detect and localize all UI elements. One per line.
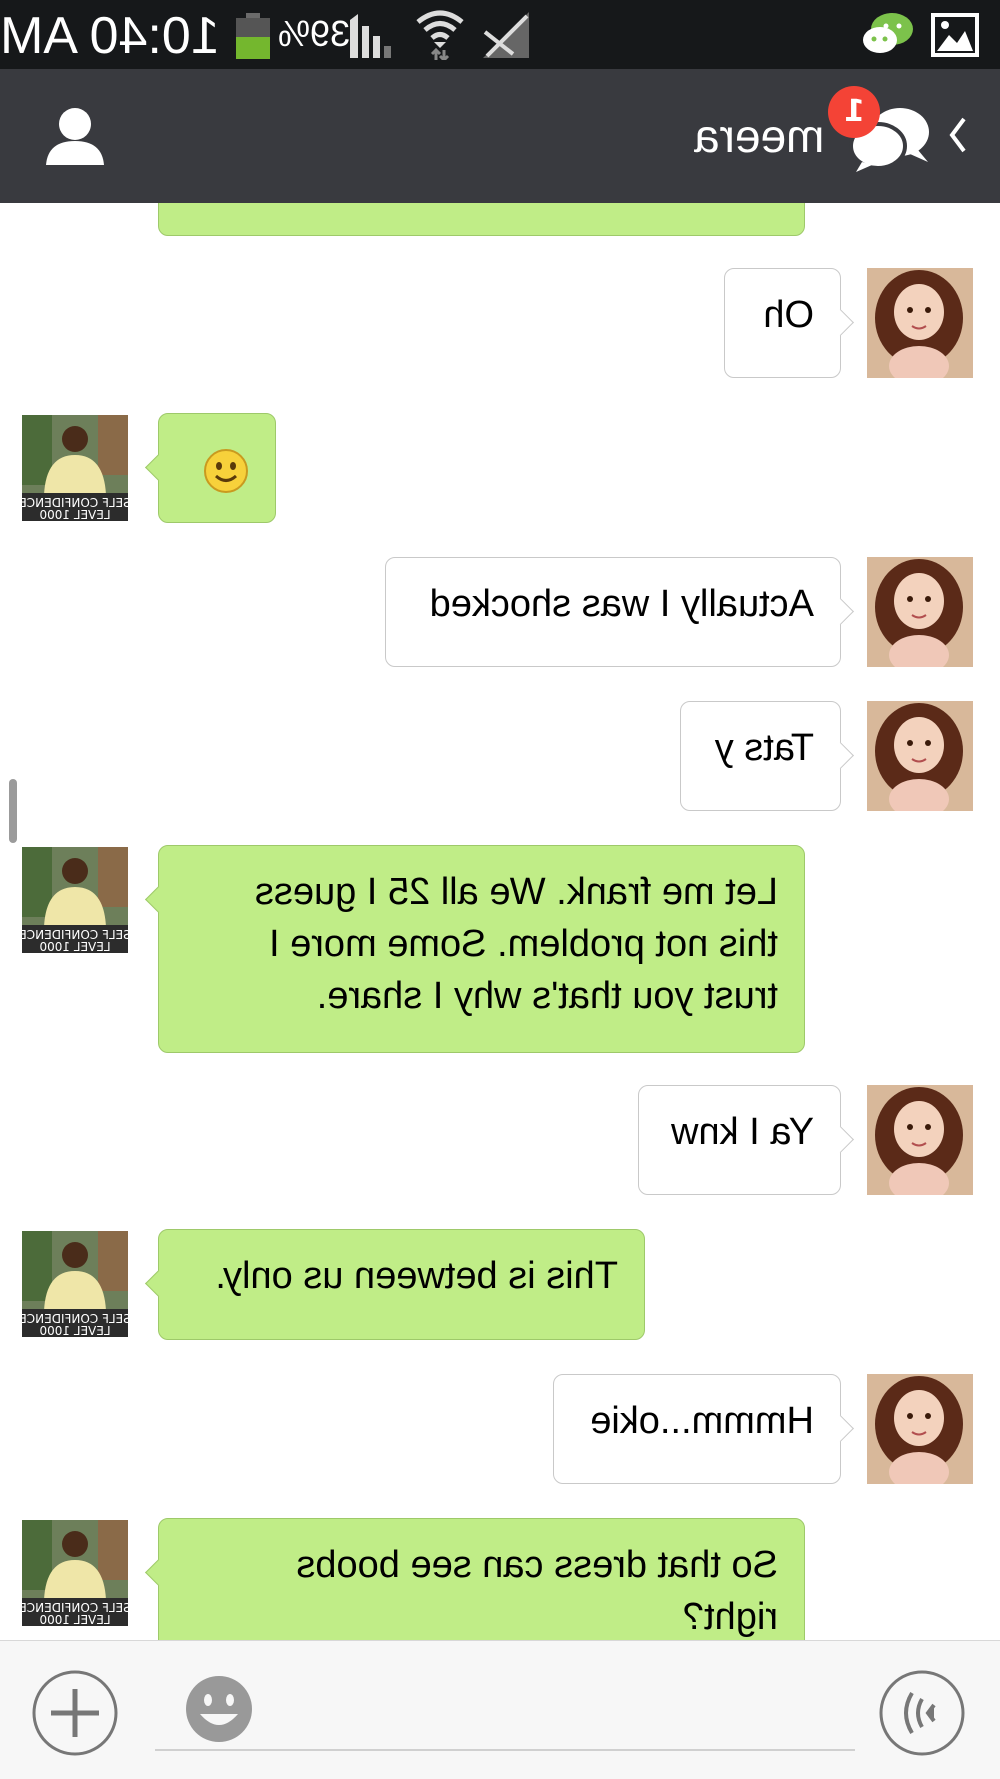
back-icon[interactable] xyxy=(948,116,970,154)
avatar-contact[interactable] xyxy=(867,268,973,378)
no-data-icon xyxy=(483,12,529,58)
signal-icon xyxy=(350,14,391,58)
svg-text:LEVEL 1000: LEVEL 1000 xyxy=(39,1324,110,1337)
avatar-self[interactable]: SELF CONFIDENCE LEVEL 1000 xyxy=(22,847,128,957)
message-bubble-sent[interactable]: ☺ xyxy=(145,413,276,523)
avatar-contact[interactable] xyxy=(867,1374,973,1484)
status-bar: 10:40 AM 39% xyxy=(0,0,1000,69)
wifi-icon xyxy=(416,10,464,60)
unread-badge: 1 xyxy=(828,86,880,138)
message-bubble-received[interactable]: Actually I was shocked xyxy=(385,557,854,667)
svg-text:LEVEL 1000: LEVEL 1000 xyxy=(39,1613,110,1626)
plus-icon[interactable] xyxy=(31,1669,119,1757)
message-bubble-sent[interactable]: Let me frank. We all 25 I guess this not… xyxy=(145,845,805,1053)
message-bubble-received[interactable]: Hmmm...okie xyxy=(553,1374,854,1484)
message-bubble-received[interactable]: Ya I knw xyxy=(638,1085,854,1195)
message-bubble-sent[interactable]: So that dress can see boobs right? xyxy=(145,1518,805,1640)
battery-percent: 39% xyxy=(278,13,351,54)
message-list[interactable]: Oh SELF CONFIDENCE LEVEL 1000 ☺ xyxy=(0,203,1000,1640)
avatar-contact[interactable] xyxy=(867,701,973,811)
battery-icon xyxy=(236,13,270,59)
emoji-icon[interactable] xyxy=(184,1674,254,1744)
svg-text:LEVEL 1000: LEVEL 1000 xyxy=(39,508,110,521)
avatar-contact[interactable] xyxy=(867,557,973,667)
avatar-contact[interactable] xyxy=(867,1085,973,1195)
avatar-self[interactable]: SELF CONFIDENCE LEVEL 1000 xyxy=(22,415,128,525)
message-bubble-sent[interactable] xyxy=(158,203,805,236)
wechat-icon xyxy=(863,13,913,53)
message-bubble-sent[interactable]: This is between us only. xyxy=(145,1229,645,1340)
avatar-self[interactable]: SELF CONFIDENCE LEVEL 1000 xyxy=(22,1520,128,1630)
message-bubble-received[interactable]: Tats y xyxy=(680,701,854,811)
avatar-self[interactable]: SELF CONFIDENCE LEVEL 1000 xyxy=(22,1231,128,1341)
message-input[interactable] xyxy=(155,1663,855,1751)
scrollbar[interactable] xyxy=(9,779,17,843)
contact-profile-icon[interactable] xyxy=(44,107,106,165)
voice-icon[interactable] xyxy=(878,1669,966,1757)
input-bar xyxy=(0,1640,1000,1779)
contact-name: meera xyxy=(694,110,825,162)
status-time: 10:40 AM xyxy=(0,7,220,65)
chat-header: meera 1 xyxy=(0,69,1000,203)
smiley-emoji-icon xyxy=(204,449,248,493)
message-bubble-received[interactable]: Oh xyxy=(724,268,854,378)
svg-text:LEVEL 1000: LEVEL 1000 xyxy=(39,940,110,953)
image-icon xyxy=(931,13,979,57)
